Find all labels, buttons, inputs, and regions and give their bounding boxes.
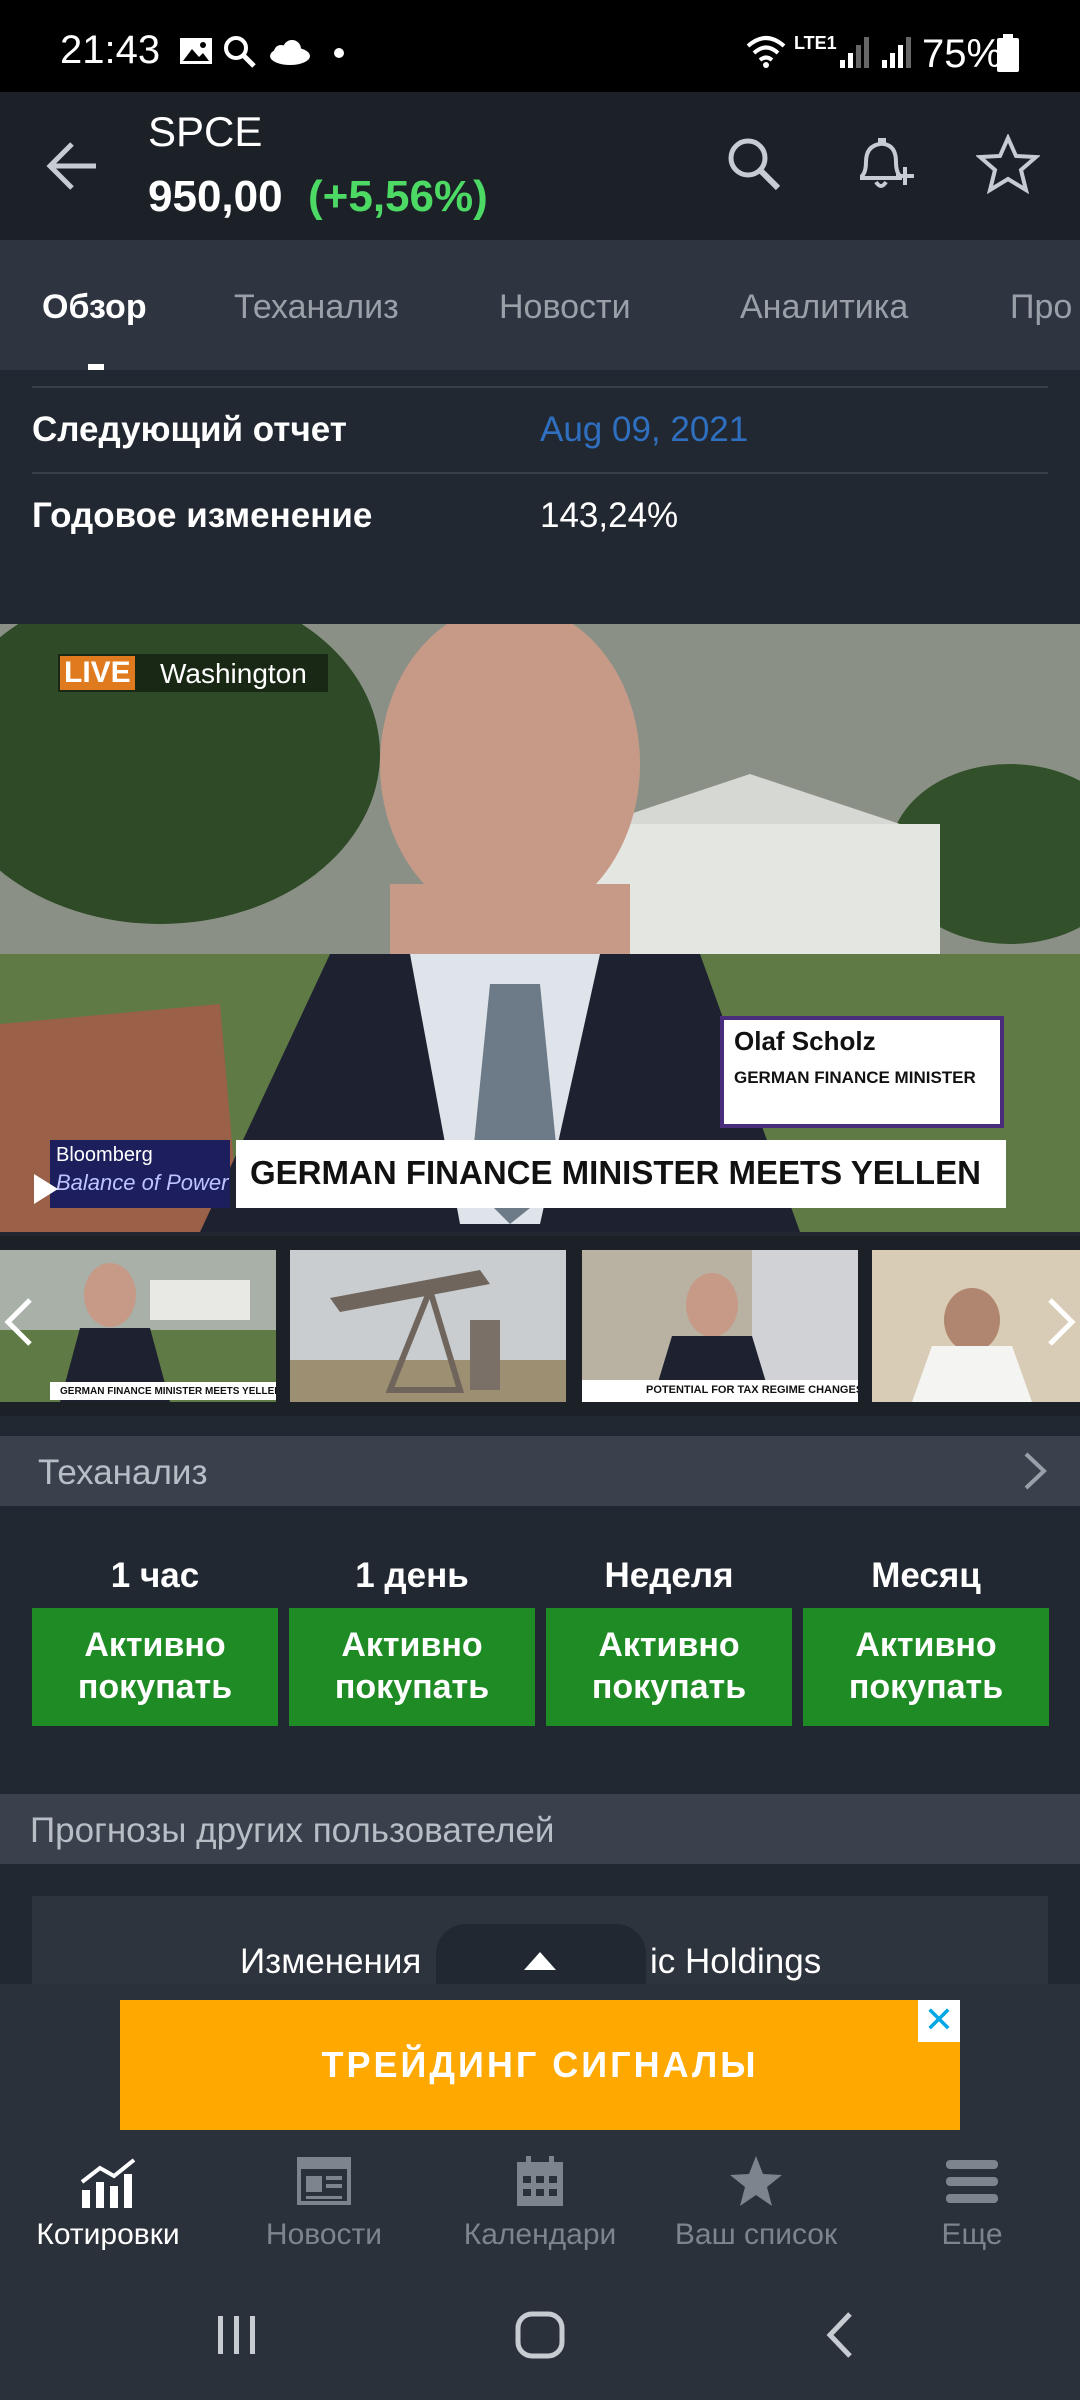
tab-technical[interactable]: Теханализ <box>234 288 399 327</box>
signal-button-week[interactable]: Активно покупать <box>546 1608 792 1726</box>
status-bar: 21:43 LTE1 75% <box>0 0 1080 92</box>
signal-icon-1 <box>840 37 869 68</box>
annual-change-value: 143,24% <box>540 496 679 535</box>
nav-label: Котировки <box>36 2218 180 2251</box>
period-label-week: Неделя <box>604 1556 734 1595</box>
play-icon[interactable] <box>30 1172 60 1206</box>
forecast-card-text: ic Holdings <box>650 1942 822 1981</box>
thumbnail-image <box>290 1250 566 1402</box>
thumbnail-image <box>582 1250 858 1402</box>
home-icon[interactable] <box>512 2310 568 2360</box>
next-report-date[interactable]: Aug 09, 2021 <box>540 410 748 450</box>
thumbnail-image <box>0 1250 276 1402</box>
ad-close-button[interactable]: ✕ <box>918 2000 960 2042</box>
video-thumbnail[interactable] <box>290 1250 566 1402</box>
signal-line: покупать <box>334 1668 490 1706</box>
network-type: LTE1 <box>794 33 837 53</box>
carousel-next-icon[interactable] <box>1044 1296 1080 1348</box>
ticker-symbol: SPCE <box>148 108 263 155</box>
ad-banner[interactable]: ТРЕЙДИНГ СИГНАЛЫ ✕ <box>120 2000 960 2130</box>
signal-icon-2 <box>882 37 911 68</box>
period-label-1h: 1 час <box>110 1556 200 1595</box>
nav-more[interactable]: Еще <box>864 2150 1080 2300</box>
signal-button-1h[interactable]: Активно покупать <box>32 1608 278 1726</box>
signal-line: Активно <box>598 1626 740 1664</box>
row-divider <box>32 472 1048 474</box>
headline-box: GERMAN FINANCE MINISTER MEETS YELLEN <box>236 1140 1006 1208</box>
nav-quotes[interactable]: Котировки <box>0 2150 216 2300</box>
carousel-prev-icon[interactable] <box>0 1296 36 1348</box>
status-time: 21:43 <box>60 28 161 72</box>
tab-analytics[interactable]: Аналитика <box>740 288 908 327</box>
nav-label: Календари <box>463 2218 617 2251</box>
nav-label: Новости <box>265 2218 383 2251</box>
nav-watchlist[interactable]: Ваш список <box>648 2150 864 2300</box>
live-badge: LIVE <box>60 656 135 690</box>
signal-line: Активно <box>341 1626 483 1664</box>
wifi-icon <box>746 36 786 68</box>
search-status-icon <box>224 36 256 68</box>
battery-icon <box>997 34 1019 72</box>
recent-apps-icon[interactable] <box>212 2312 262 2358</box>
back-arrow-icon[interactable] <box>44 140 100 192</box>
forecasts-title: Прогнозы других пользователей <box>30 1811 555 1850</box>
calendar-icon <box>517 2156 563 2206</box>
signal-line: покупать <box>77 1668 233 1706</box>
name-tag: Olaf Scholz GERMAN FINANCE MINISTER <box>720 1016 1004 1128</box>
notification-dot <box>334 48 344 58</box>
signal-button-1d[interactable]: Активно покупать <box>289 1608 535 1726</box>
star-icon <box>730 2156 782 2206</box>
chevron-right-icon[interactable] <box>1020 1450 1050 1492</box>
video-thumbnail[interactable]: POTENTIAL FOR TAX REGIME CHANGES <box>582 1250 858 1402</box>
back-icon[interactable] <box>822 2310 858 2360</box>
signal-button-month[interactable]: Активно покупать <box>803 1608 1049 1726</box>
tech-analysis-title: Теханализ <box>38 1453 208 1492</box>
nav-news[interactable]: Новости <box>216 2150 432 2300</box>
period-label-month: Месяц <box>871 1556 981 1595</box>
headline-text: GERMAN FINANCE MINISTER MEETS YELLEN <box>250 1154 981 1191</box>
forecast-card-text: Изменения <box>240 1942 422 1981</box>
tab-more[interactable]: Про <box>1010 288 1072 327</box>
tab-active-indicator <box>88 364 104 370</box>
show-name: Balance of Power <box>56 1170 229 1195</box>
thumbnail-caption: POTENTIAL FOR TAX REGIME CHANGES <box>646 1384 858 1396</box>
show-brand-box: Bloomberg Balance of Power <box>50 1140 230 1208</box>
chart-icon <box>80 2158 136 2208</box>
name-tag-title: GERMAN FINANCE MINISTER <box>734 1068 976 1087</box>
nav-calendars[interactable]: Календари <box>432 2150 648 2300</box>
watchlist-star-icon[interactable] <box>976 134 1040 194</box>
tab-news[interactable]: Новости <box>499 288 631 327</box>
chevron-up-icon[interactable] <box>522 1950 558 1972</box>
annual-change-label: Годовое изменение <box>32 496 373 535</box>
period-label-1d: 1 день <box>355 1556 469 1595</box>
menu-icon <box>946 2160 998 2203</box>
name-tag-name: Olaf Scholz <box>734 1026 876 1056</box>
price-change: (+5,56%) <box>308 172 488 221</box>
search-icon[interactable] <box>724 134 784 194</box>
row-divider <box>32 386 1048 388</box>
add-alert-icon[interactable] <box>852 132 916 196</box>
signal-line: покупать <box>591 1668 747 1706</box>
signal-line: Активно <box>855 1626 997 1664</box>
gallery-icon <box>180 38 212 64</box>
video-player[interactable]: LIVE Washington Olaf Scholz GERMAN FINAN… <box>0 624 1080 1232</box>
thumbnail-caption: GERMAN FINANCE MINISTER MEETS YELLEN <box>60 1386 276 1397</box>
last-price: 950,00 <box>148 172 283 221</box>
battery-percent: 75% <box>922 32 1003 76</box>
show-brand: Bloomberg <box>56 1144 153 1166</box>
cloud-icon <box>270 40 310 65</box>
signal-line: Активно <box>84 1626 226 1664</box>
news-icon <box>297 2157 351 2205</box>
ad-text: ТРЕЙДИНГ СИГНАЛЫ <box>321 2044 759 2085</box>
signal-line: покупать <box>848 1668 1004 1706</box>
video-thumbnail[interactable]: GERMAN FINANCE MINISTER MEETS YELLEN <box>0 1250 276 1402</box>
location-label: Washington <box>160 658 307 689</box>
nav-label: Ваш список <box>674 2218 838 2251</box>
tab-overview[interactable]: Обзор <box>42 288 147 327</box>
next-report-label: Следующий отчет <box>32 410 347 449</box>
nav-label: Еще <box>941 2218 1003 2251</box>
